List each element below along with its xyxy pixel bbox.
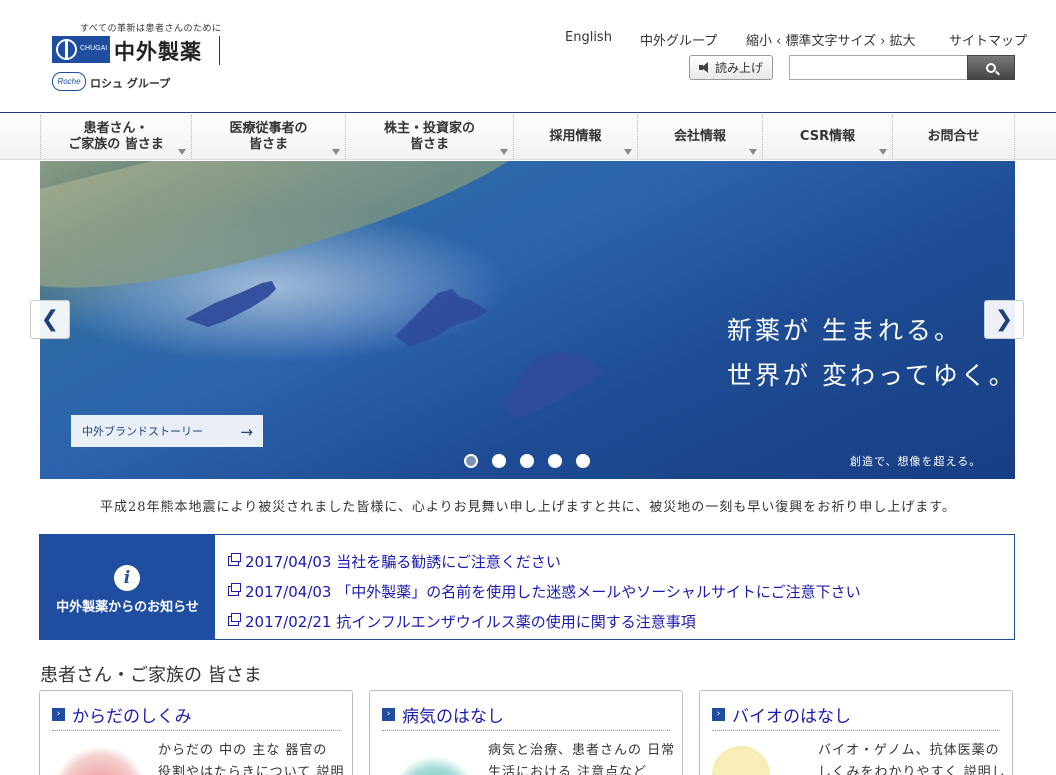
announcements-header: i 中外製薬からのお知らせ: [40, 535, 215, 639]
new-window-icon: [228, 613, 241, 626]
chevron-right-icon: ›: [52, 708, 65, 721]
card-title: からだのしくみ: [72, 707, 192, 727]
logo-chugai-text: CHUGAI: [80, 45, 108, 52]
announcement-link[interactable]: 2017/04/03 当社を騙る勧誘にご注意ください: [228, 546, 861, 576]
brand-story-link[interactable]: 中外ブランドストーリー →: [71, 415, 263, 447]
chugai-mark-icon: CHUGAI: [52, 36, 110, 63]
card-title-link[interactable]: › バイオのはなし: [712, 702, 851, 727]
group-link[interactable]: 中外グループ: [640, 30, 717, 49]
nav-item-company[interactable]: 会社情報: [638, 115, 763, 159]
card-title-link[interactable]: › 病気のはなし: [382, 702, 504, 727]
card-body-mechanism[interactable]: › からだのしくみ からだの 中の 主な 器官の 役割やはたらきについて 説明: [39, 690, 353, 775]
announcements-box: i 中外製薬からのお知らせ 2017/04/03 当社を騙る勧誘にご注意ください…: [39, 534, 1015, 640]
slider-next-button[interactable]: ❯: [984, 300, 1024, 339]
hero-headline-2: 世界が 変わってゆく。: [727, 361, 1015, 390]
text-size-control[interactable]: 縮小 ‹ 標準文字サイズ › 拡大: [746, 30, 916, 49]
nav-label: 医療従事者の 皆さま: [229, 121, 308, 152]
dropdown-arrow-icon: [332, 149, 340, 155]
announcements-title: 中外製薬からのお知らせ: [56, 600, 199, 615]
search-input[interactable]: [789, 55, 967, 80]
dropdown-arrow-icon: [879, 149, 887, 155]
roche-icon: Roche: [52, 72, 86, 91]
dna-image: [712, 746, 770, 775]
chevron-left-icon: ❮: [40, 307, 60, 332]
card-title: 病気のはなし: [402, 707, 504, 727]
info-icon: i: [114, 565, 140, 591]
nav-item-investors[interactable]: 株主・投資家の 皆さま: [346, 115, 514, 159]
english-link[interactable]: English: [565, 30, 612, 45]
card-title: バイオのはなし: [732, 707, 851, 727]
announcements-list: 2017/04/03 当社を騙る勧誘にご注意ください 2017/04/03 「中…: [228, 546, 861, 636]
slider-dot-4[interactable]: [548, 454, 562, 468]
arrow-right-icon: →: [240, 423, 253, 441]
nav-label: お問合せ: [927, 129, 980, 144]
card-title-link[interactable]: › からだのしくみ: [52, 702, 192, 727]
sitemap-link[interactable]: サイトマップ: [949, 30, 1027, 49]
new-window-icon: [228, 583, 241, 596]
hero-slider: 新薬が 生まれる。 世界が 変わってゆく。 創造で、想像を超える。 中外ブランド…: [40, 161, 1015, 479]
slider-dots: [464, 454, 590, 468]
virus-image: [388, 746, 472, 775]
new-window-icon: [228, 553, 241, 566]
chevron-right-icon: ›: [382, 708, 395, 721]
roche-group-label: ロシュ グループ: [90, 77, 171, 90]
nav-label: CSR情報: [799, 129, 856, 144]
slider-dot-3[interactable]: [520, 454, 534, 468]
slider-dot-5[interactable]: [576, 454, 590, 468]
chugai-logo[interactable]: CHUGAI 中外製薬: [52, 36, 222, 65]
read-aloud-button[interactable]: 読み上げ: [689, 55, 773, 80]
announcement-text: 2017/02/21 抗インフルエンザウイルス薬の使用に関する注意事項: [245, 612, 696, 631]
read-aloud-label: 読み上げ: [714, 61, 763, 75]
tagline: すべての革新は患者さんのために: [80, 24, 222, 34]
nav-item-contact[interactable]: お問合せ: [893, 115, 1015, 159]
lungs-image: [58, 746, 142, 775]
slider-dot-1[interactable]: [464, 454, 478, 468]
chevron-right-icon: ❯: [994, 307, 1014, 332]
announcement-text: 2017/04/03 「中外製薬」の名前を使用した迷惑メールやソーシャルサイトに…: [245, 582, 861, 601]
speaker-icon: [698, 62, 712, 73]
dropdown-arrow-icon: [624, 149, 632, 155]
condolence-message: 平成28年熊本地震により被災されました皆様に、心よりお見舞い申し上げますと共に、…: [100, 500, 956, 515]
global-nav: 患者さん・ ご家族の 皆さま 医療従事者の 皆さま 株主・投資家の 皆さま 採用…: [0, 113, 1056, 160]
dropdown-arrow-icon: [178, 149, 186, 155]
card-disease-story[interactable]: › 病気のはなし 病気と治療、患者さんの 日常生活における 注意点など: [369, 690, 683, 775]
nav-label: 採用情報: [549, 129, 602, 144]
card-bio-story[interactable]: › バイオのはなし バイオ・ゲノム、抗体医薬の しくみをわかりやすく 説明し: [699, 690, 1013, 775]
nav-item-patients[interactable]: 患者さん・ ご家族の 皆さま: [40, 115, 192, 159]
dropdown-arrow-icon: [749, 149, 757, 155]
hero-tagline: 創造で、想像を超える。: [850, 455, 982, 468]
brand-story-label: 中外ブランドストーリー: [82, 425, 203, 438]
dropdown-arrow-icon: [500, 149, 508, 155]
patients-section-title: 患者さん・ご家族の 皆さま: [40, 665, 262, 686]
slider-prev-button[interactable]: ❮: [30, 300, 70, 339]
announcement-link[interactable]: 2017/02/21 抗インフルエンザウイルス薬の使用に関する注意事項: [228, 606, 861, 636]
logo-name: 中外製薬: [114, 40, 202, 64]
nav-item-csr[interactable]: CSR情報: [763, 115, 893, 159]
site-header: すべての革新は患者さんのために CHUGAI 中外製薬 Roche ロシュ グル…: [0, 0, 1056, 113]
search-icon: [986, 62, 996, 73]
card-description: バイオ・ゲノム、抗体医薬の しくみをわかりやすく 説明し: [818, 743, 1006, 775]
card-description: 病気と治療、患者さんの 日常生活における 注意点など: [488, 743, 676, 775]
announcement-link[interactable]: 2017/04/03 「中外製薬」の名前を使用した迷惑メールやソーシャルサイトに…: [228, 576, 861, 606]
card-description: からだの 中の 主な 器官の 役割やはたらきについて 説明: [158, 743, 345, 775]
nav-label: 患者さん・ ご家族の 皆さま: [68, 121, 164, 152]
nav-item-recruit[interactable]: 採用情報: [514, 115, 638, 159]
announcement-text: 2017/04/03 当社を騙る勧誘にご注意ください: [245, 552, 561, 571]
chevron-right-icon: ›: [712, 708, 725, 721]
nav-label: 会社情報: [673, 129, 726, 144]
nav-label: 株主・投資家の 皆さま: [383, 121, 475, 152]
search-button[interactable]: [967, 55, 1015, 80]
hero-headline-1: 新薬が 生まれる。: [727, 316, 962, 345]
nav-item-medical[interactable]: 医療従事者の 皆さま: [192, 115, 346, 159]
slider-dot-2[interactable]: [492, 454, 506, 468]
